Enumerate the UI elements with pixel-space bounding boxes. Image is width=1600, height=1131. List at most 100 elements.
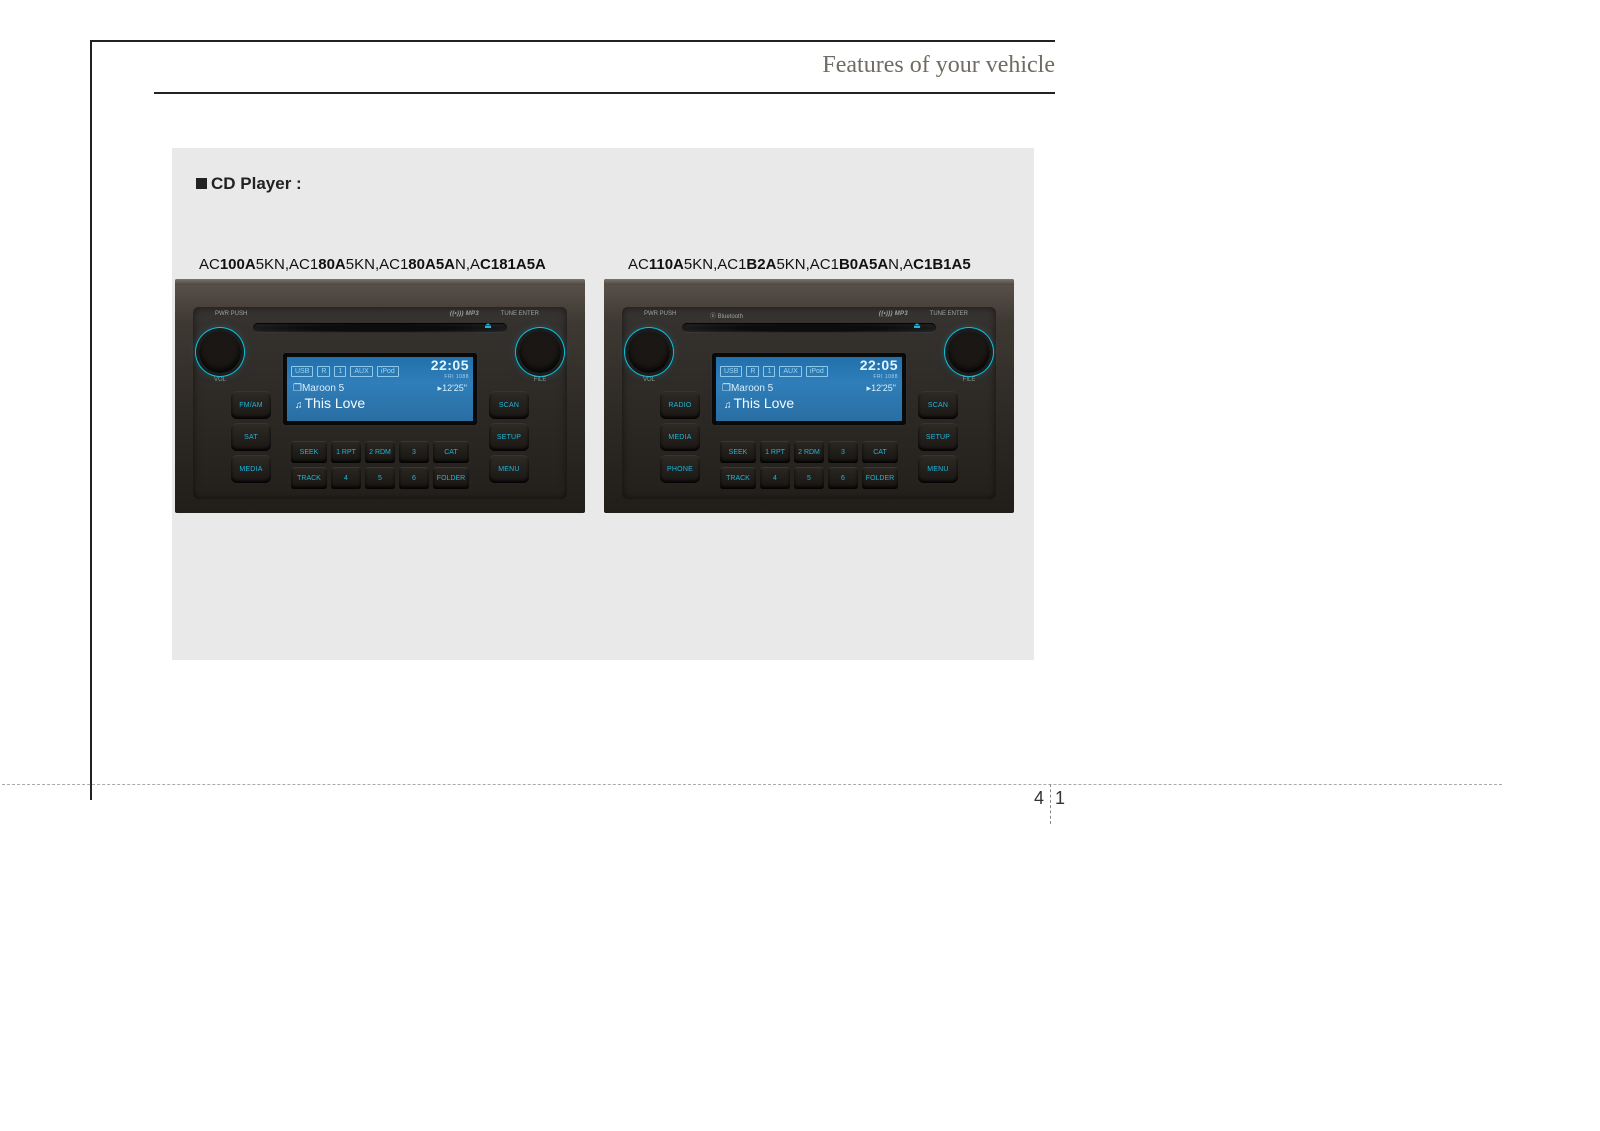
preset-4[interactable]: 4: [760, 467, 790, 489]
side-btn-right-3[interactable]: MENU: [918, 455, 958, 483]
side-btn-right-2[interactable]: SETUP: [489, 423, 529, 451]
preset-6[interactable]: 6: [828, 467, 858, 489]
lcd-frame: USB R 1 AUX iPod 22:05FRI 1088 ❐Maroon 5…: [283, 353, 477, 425]
lcd-source: USB: [291, 366, 313, 377]
section-title: Features of your vehicle: [822, 52, 1055, 83]
lcd-elapsed: ▸12'25": [438, 383, 473, 394]
page-num: 1: [1055, 788, 1065, 808]
cd-slot[interactable]: [682, 323, 936, 333]
file-caption: FILE: [519, 377, 561, 383]
radio-unit-left: PWR PUSH ((•))) MP3 TUNE ENTER VOL FILE …: [175, 279, 585, 513]
lcd-elapsed: ▸12'25": [867, 383, 902, 394]
note-icon: ♫: [724, 400, 732, 411]
power-label: PWR PUSH: [644, 311, 676, 317]
lcd-track: ♫This Love: [287, 394, 473, 415]
side-btn-left-2[interactable]: MEDIA: [660, 423, 700, 451]
radio-unit-right-wrap: AC110A5KN,AC1B2A5KN,AC1B0A5AN,AC1B1A5 PW…: [604, 256, 1014, 513]
side-btn-left-3[interactable]: MEDIA: [231, 455, 271, 483]
lcd-icon: R: [746, 366, 759, 377]
figure-label-text: CD Player :: [211, 174, 302, 193]
mp3-badge: ((•))) MP3: [450, 311, 479, 317]
complete2: ♫This Love: [716, 394, 902, 415]
page-frame: Features of your vehicle CD Player : AC1…: [90, 40, 1055, 800]
lcd-source: USB: [720, 366, 742, 377]
lcd-folder: ❐Maroon 5 ▸12'25": [716, 383, 902, 394]
preset-1[interactable]: 1 RPT: [331, 441, 361, 463]
lcd-icon: AUX: [350, 366, 372, 377]
power-label: PWR PUSH: [215, 311, 247, 317]
bluetooth-badge: ⓑ Bluetooth: [710, 311, 743, 320]
lcd-icon: iPod: [377, 366, 399, 377]
preset-1[interactable]: 1 RPT: [760, 441, 790, 463]
preset-5[interactable]: 5: [365, 467, 395, 489]
preset-track[interactable]: TRACK: [720, 467, 756, 489]
preset-track[interactable]: TRACK: [291, 467, 327, 489]
side-btn-right-2[interactable]: SETUP: [918, 423, 958, 451]
side-btn-right-1[interactable]: SCAN: [489, 391, 529, 419]
preset-row-2: TRACK 4 5 6 FOLDER: [291, 467, 469, 489]
tune-label: TUNE ENTER: [501, 311, 539, 317]
preset-6[interactable]: 6: [399, 467, 429, 489]
lcd-frame: USB R 1 AUX iPod 22:05FRI 1088 ❐Maroon 5…: [712, 353, 906, 425]
side-btn-left-3[interactable]: PHONE: [660, 455, 700, 483]
folder-icon: ❐: [722, 383, 731, 394]
preset-seek[interactable]: SEEK: [291, 441, 327, 463]
tune-label: TUNE ENTER: [930, 311, 968, 317]
figure-label: CD Player :: [196, 174, 302, 194]
preset-2[interactable]: 2 RDM: [794, 441, 824, 463]
eject-icon[interactable]: ⏏: [475, 321, 501, 335]
side-btn-right-1[interactable]: SCAN: [918, 391, 958, 419]
preset-row-1: SEEK 1 RPT 2 RDM 3 CAT: [720, 441, 898, 463]
lcd-icon: R: [317, 366, 330, 377]
tune-knob[interactable]: [948, 331, 990, 373]
header-rule: [154, 92, 1055, 94]
preset-cat[interactable]: CAT: [862, 441, 898, 463]
bullet-square-icon: [196, 178, 207, 189]
volume-knob[interactable]: [199, 331, 241, 373]
side-btn-right-3[interactable]: MENU: [489, 455, 529, 483]
lcd-clock: 22:05FRI 1088: [431, 359, 469, 383]
lcd-icon: AUX: [779, 366, 801, 377]
preset-cat[interactable]: CAT: [433, 441, 469, 463]
radio-unit-right: PWR PUSH ⓑ Bluetooth ((•))) MP3 TUNE ENT…: [604, 279, 1014, 513]
lcd-screen-right: USB R 1 AUX iPod 22:05FRI 1088 ❐Maroon 5…: [716, 357, 902, 421]
side-btn-left-1[interactable]: FM/AM: [231, 391, 271, 419]
side-btn-left-2[interactable]: SAT: [231, 423, 271, 451]
lcd-folder: ❐Maroon 5 ▸12'25": [287, 383, 473, 394]
note-icon: ♫: [295, 400, 303, 411]
preset-2[interactable]: 2 RDM: [365, 441, 395, 463]
side-btn-left-1[interactable]: RADIO: [660, 391, 700, 419]
preset-3[interactable]: 3: [828, 441, 858, 463]
mp3-badge: ((•))) MP3: [879, 311, 908, 317]
head-unit-right: PWR PUSH ⓑ Bluetooth ((•))) MP3 TUNE ENT…: [622, 307, 996, 499]
eject-icon[interactable]: ⏏: [904, 321, 930, 335]
preset-folder[interactable]: FOLDER: [433, 467, 469, 489]
model-list-left: AC100A5KN,AC180A5KN,AC180A5AN,AC181A5A: [199, 256, 585, 273]
preset-seek[interactable]: SEEK: [720, 441, 756, 463]
page-section: 4: [1034, 788, 1044, 808]
lcd-screen-left: USB R 1 AUX iPod 22:05FRI 1088 ❐Maroon 5…: [287, 357, 473, 421]
preset-folder[interactable]: FOLDER: [862, 467, 898, 489]
vol-caption: VOL: [628, 377, 670, 383]
preset-row-1: SEEK 1 RPT 2 RDM 3 CAT: [291, 441, 469, 463]
vol-caption: VOL: [199, 377, 241, 383]
figure-panel: CD Player : AC100A5KN,AC180A5KN,AC180A5A…: [172, 148, 1034, 660]
model-list-right: AC110A5KN,AC1B2A5KN,AC1B0A5AN,AC1B1A5: [628, 256, 1014, 273]
lcd-icon: 1: [334, 366, 346, 377]
cd-slot[interactable]: [253, 323, 507, 333]
preset-row-2: TRACK 4 5 6 FOLDER: [720, 467, 898, 489]
lcd-clock: 22:05FRI 1088: [860, 359, 898, 383]
page-number: 41: [1034, 788, 1065, 809]
lcd-icon: 1: [763, 366, 775, 377]
lcd-icon: iPod: [806, 366, 828, 377]
preset-4[interactable]: 4: [331, 467, 361, 489]
head-unit-left: PWR PUSH ((•))) MP3 TUNE ENTER VOL FILE …: [193, 307, 567, 499]
preset-5[interactable]: 5: [794, 467, 824, 489]
crop-mark-dash: [2, 784, 1502, 785]
folder-icon: ❐: [293, 383, 302, 394]
file-caption: FILE: [948, 377, 990, 383]
tune-knob[interactable]: [519, 331, 561, 373]
preset-3[interactable]: 3: [399, 441, 429, 463]
volume-knob[interactable]: [628, 331, 670, 373]
radio-unit-left-wrap: AC100A5KN,AC180A5KN,AC180A5AN,AC181A5A P…: [175, 256, 585, 513]
